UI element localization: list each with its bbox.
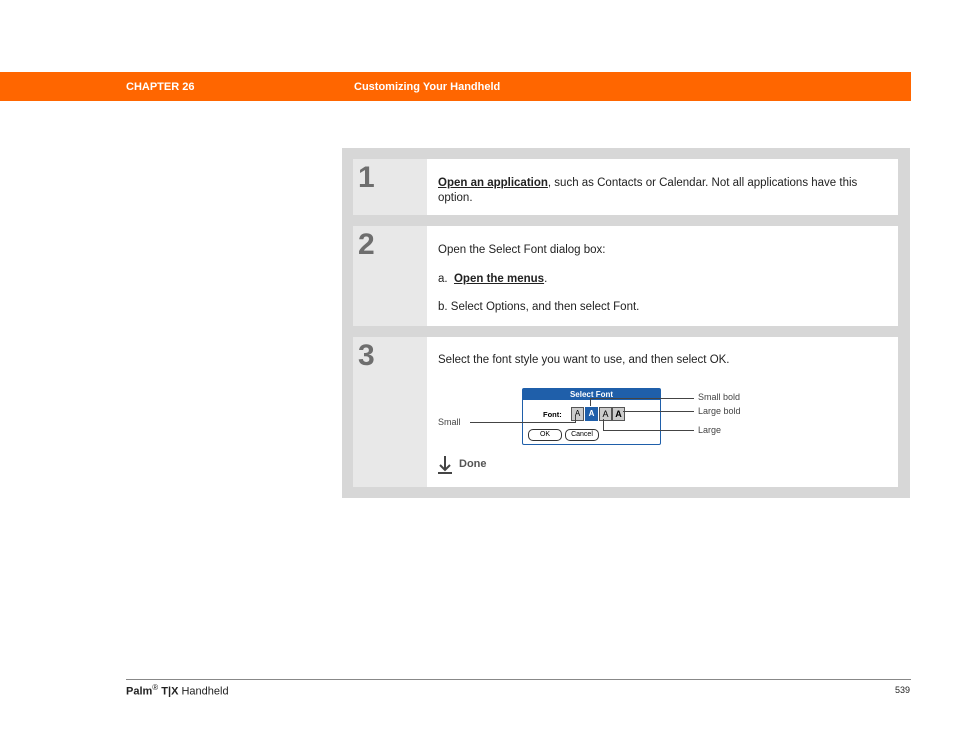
font-small-button[interactable]: A: [571, 407, 584, 421]
callout-line: [590, 398, 694, 399]
callout-large-bold: Large bold: [698, 406, 741, 416]
step-number-column: 2: [353, 226, 427, 326]
callout-line: [623, 411, 694, 412]
callout-line: [575, 416, 576, 423]
callout-large: Large: [698, 425, 722, 435]
step-number-column: 3: [353, 337, 427, 487]
callout-line: [603, 419, 604, 430]
step-body: Select the font style you want to use, a…: [427, 337, 898, 487]
chapter-header-bar: CHAPTER 26 Customizing Your Handheld: [0, 72, 911, 101]
open-application-link[interactable]: Open an application: [438, 177, 548, 189]
callout-small: Small: [438, 417, 461, 427]
ok-button[interactable]: OK: [528, 429, 562, 441]
font-small-bold-button[interactable]: A: [585, 407, 598, 421]
substep-a: a. Open the menus.: [438, 272, 547, 287]
footer-brand: Palm: [126, 685, 153, 698]
step-text: Open an application, such as Contacts or…: [438, 176, 878, 206]
step-2: 2 Open the Select Font dialog box: a. Op…: [353, 226, 898, 326]
substep-a-suffix: .: [544, 273, 548, 285]
step-number: 1: [358, 161, 375, 194]
font-label: Font:: [543, 410, 562, 419]
done-label: Done: [459, 458, 487, 470]
chapter-title: Customizing Your Handheld: [354, 81, 501, 93]
chapter-label: CHAPTER 26: [126, 81, 195, 93]
substep-a-prefix: a.: [438, 273, 448, 285]
step-intro: Open the Select Font dialog box:: [438, 244, 606, 256]
page-number: 539: [895, 685, 911, 695]
down-arrow-icon: [438, 456, 452, 474]
step-number: 2: [358, 228, 375, 261]
steps-panel: 1 Open an application, such as Contacts …: [342, 148, 910, 498]
substep-b: b. Select Options, and then select Font.: [438, 301, 640, 313]
step-3: 3 Select the font style you want to use,…: [353, 337, 898, 487]
footer-rule: [126, 679, 911, 680]
callout-line: [470, 422, 575, 423]
cancel-button[interactable]: Cancel: [565, 429, 599, 441]
step-number: 3: [358, 339, 375, 372]
footer-model: T|X: [161, 685, 179, 698]
step-body: Open an application, such as Contacts or…: [427, 159, 898, 215]
font-large-bold-button[interactable]: A: [612, 407, 625, 421]
footer-product-suffix: Handheld: [181, 685, 229, 698]
callout-small-bold: Small bold: [698, 392, 741, 402]
step-1: 1 Open an application, such as Contacts …: [353, 159, 898, 215]
select-font-dialog: Select Font Font: A A A A OK Cancel: [522, 388, 661, 445]
footer-product: Palm® T|X Handheld: [126, 683, 229, 698]
open-menus-link[interactable]: Open the menus: [454, 273, 544, 285]
callout-line: [603, 430, 694, 431]
callout-line: [590, 398, 591, 406]
step-text: Select the font style you want to use, a…: [438, 354, 730, 366]
footer-reg-mark: ®: [152, 683, 159, 692]
font-large-button[interactable]: A: [599, 407, 612, 421]
step-number-column: 1: [353, 159, 427, 215]
step-body: Open the Select Font dialog box: a. Open…: [427, 226, 898, 326]
